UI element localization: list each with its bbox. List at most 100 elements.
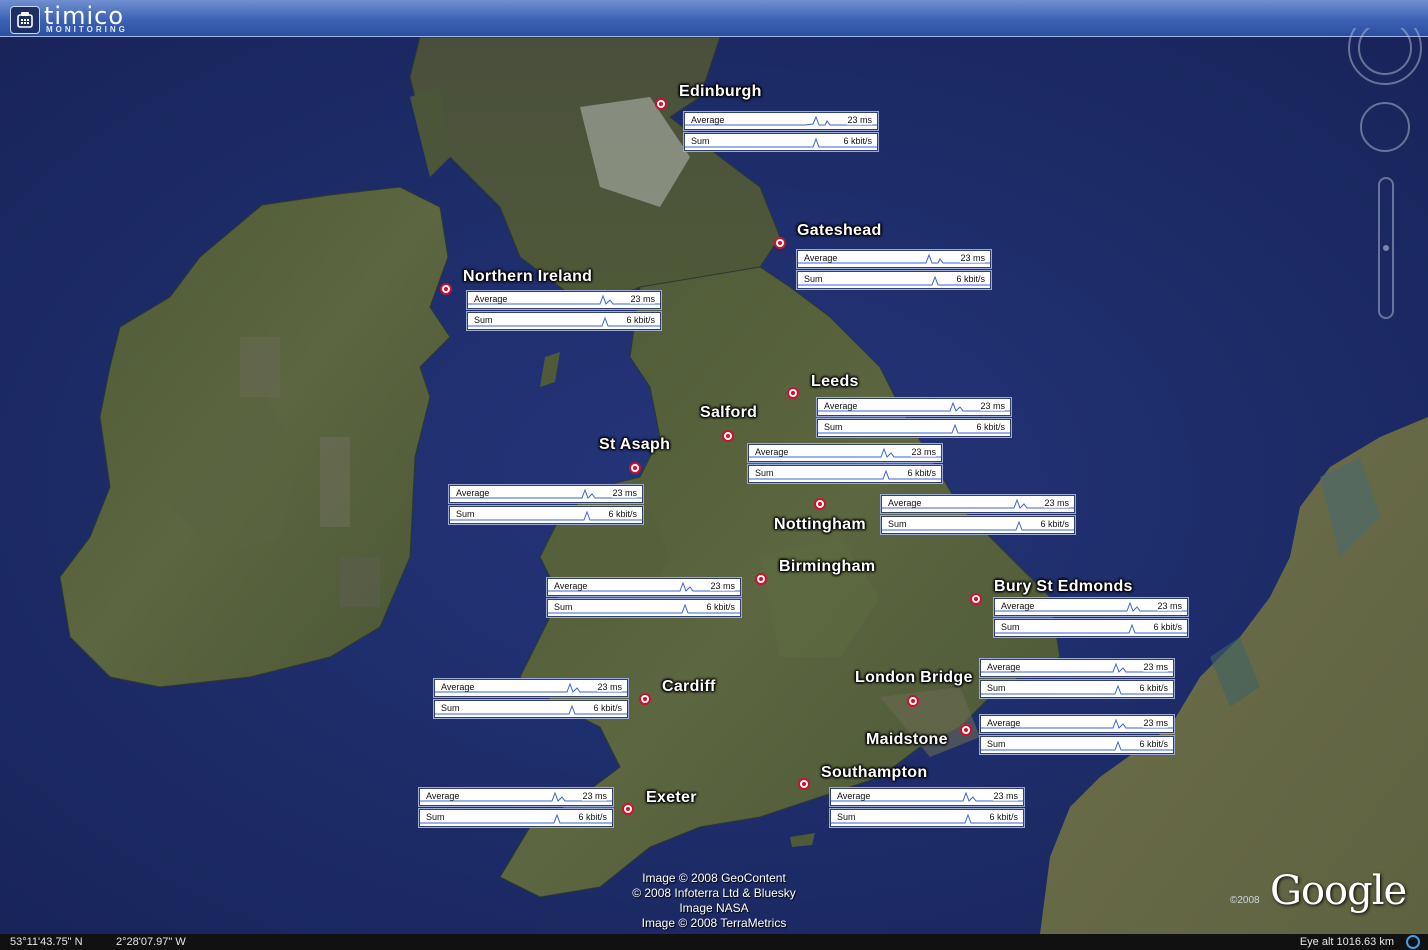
average-row[interactable]: Average 23 ms [797, 250, 991, 268]
phone-icon [10, 6, 40, 34]
place-label-bury-st-edmonds: Bury St Edmonds [994, 578, 1133, 595]
sum-label: Sum [426, 812, 445, 822]
average-label: Average [554, 581, 588, 591]
metric-widget-nottingham[interactable]: Average 23 ms Sum 6 kbit/s [881, 495, 1075, 537]
location-marker-edinburgh[interactable] [655, 98, 667, 110]
location-marker-cardiff[interactable] [639, 693, 651, 705]
sum-row[interactable]: Sum 6 kbit/s [830, 809, 1024, 827]
sum-label: Sum [1001, 622, 1020, 632]
location-marker-leeds[interactable] [787, 387, 799, 399]
sum-row[interactable]: Sum 6 kbit/s [797, 271, 991, 289]
place-label-northern-ireland: Northern Ireland [463, 268, 593, 285]
metric-widget-exeter[interactable]: Average 23 ms Sum 6 kbit/s [419, 788, 613, 830]
average-row[interactable]: Average 23 ms [449, 485, 643, 503]
average-row[interactable]: Average 23 ms [684, 112, 878, 130]
sum-row[interactable]: Sum 6 kbit/s [684, 133, 878, 151]
place-label-nottingham: Nottingham [774, 516, 866, 533]
sum-row[interactable]: Sum 6 kbit/s [881, 516, 1075, 534]
sum-value: 6 kbit/s [989, 812, 1018, 822]
average-label: Average [426, 791, 460, 801]
average-label: Average [987, 718, 1021, 728]
average-value: 23 ms [582, 791, 607, 801]
average-row[interactable]: Average 23 ms [434, 679, 628, 697]
average-label: Average [456, 488, 490, 498]
sum-label: Sum [456, 509, 475, 519]
average-row[interactable]: Average 23 ms [994, 598, 1188, 616]
average-label: Average [1001, 601, 1035, 611]
average-row[interactable]: Average 23 ms [980, 659, 1174, 677]
sum-row[interactable]: Sum 6 kbit/s [467, 312, 661, 330]
average-row[interactable]: Average 23 ms [817, 398, 1011, 416]
google-logo: Google [1270, 868, 1407, 914]
sum-value: 6 kbit/s [626, 315, 655, 325]
sum-label: Sum [474, 315, 493, 325]
metric-widget-bury-st-edmonds[interactable]: Average 23 ms Sum 6 kbit/s [994, 598, 1188, 640]
metric-widget-salford[interactable]: Average 23 ms Sum 6 kbit/s [748, 444, 942, 486]
metric-widget-london-bridge[interactable]: Average 23 ms Sum 6 kbit/s [980, 659, 1174, 701]
location-marker-gateshead[interactable] [774, 237, 786, 249]
place-label-birmingham: Birmingham [779, 558, 876, 575]
sum-row[interactable]: Sum 6 kbit/s [980, 736, 1174, 754]
sum-value: 6 kbit/s [907, 468, 936, 478]
move-joystick[interactable] [1360, 102, 1410, 152]
metric-widget-northern-ireland[interactable]: Average 23 ms Sum 6 kbit/s [467, 291, 661, 333]
sum-value: 6 kbit/s [578, 812, 607, 822]
average-row[interactable]: Average 23 ms [467, 291, 661, 309]
attribution-line: © 2008 Infoterra Ltd & Bluesky [632, 886, 796, 900]
metric-widget-southampton[interactable]: Average 23 ms Sum 6 kbit/s [830, 788, 1024, 830]
sum-row[interactable]: Sum 6 kbit/s [419, 809, 613, 827]
average-row[interactable]: Average 23 ms [980, 715, 1174, 733]
metric-widget-maidstone[interactable]: Average 23 ms Sum 6 kbit/s [980, 715, 1174, 757]
metric-widget-edinburgh[interactable]: Average 23 ms Sum 6 kbit/s [684, 112, 878, 154]
location-marker-bury-st-edmonds[interactable] [970, 593, 982, 605]
sum-row[interactable]: Sum 6 kbit/s [547, 599, 741, 617]
average-label: Average [441, 682, 475, 692]
zoom-slider-handle[interactable] [1383, 245, 1389, 251]
location-marker-st-asaph[interactable] [629, 462, 641, 474]
location-marker-maidstone[interactable] [960, 724, 972, 736]
metric-widget-st-asaph[interactable]: Average 23 ms Sum 6 kbit/s [449, 485, 643, 527]
sum-value: 6 kbit/s [843, 136, 872, 146]
sum-label: Sum [824, 422, 843, 432]
metric-widget-cardiff[interactable]: Average 23 ms Sum 6 kbit/s [434, 679, 628, 721]
place-label-st-asaph: St Asaph [599, 436, 671, 453]
sum-row[interactable]: Sum 6 kbit/s [449, 506, 643, 524]
location-marker-london-bridge[interactable] [907, 695, 919, 707]
satellite-map[interactable] [0, 37, 1428, 934]
sum-value: 6 kbit/s [608, 509, 637, 519]
average-value: 23 ms [597, 682, 622, 692]
sum-value: 6 kbit/s [706, 602, 735, 612]
sum-value: 6 kbit/s [956, 274, 985, 284]
sum-row[interactable]: Sum 6 kbit/s [980, 680, 1174, 698]
location-marker-exeter[interactable] [622, 803, 634, 815]
average-value: 23 ms [612, 488, 637, 498]
average-row[interactable]: Average 23 ms [881, 495, 1075, 513]
eye-altitude-readout: Eye alt 1016.63 km [1299, 936, 1394, 948]
average-label: Average [474, 294, 508, 304]
average-value: 23 ms [847, 115, 872, 125]
metric-widget-birmingham[interactable]: Average 23 ms Sum 6 kbit/s [547, 578, 741, 620]
average-row[interactable]: Average 23 ms [419, 788, 613, 806]
average-row[interactable]: Average 23 ms [748, 444, 942, 462]
location-marker-nottingham[interactable] [814, 498, 826, 510]
location-marker-salford[interactable] [722, 430, 734, 442]
sum-row[interactable]: Sum 6 kbit/s [994, 619, 1188, 637]
longitude-readout: 2°28'07.97" W [116, 936, 186, 948]
place-label-edinburgh: Edinburgh [679, 83, 762, 100]
metric-widget-leeds[interactable]: Average 23 ms Sum 6 kbit/s [817, 398, 1011, 440]
average-value: 23 ms [1143, 662, 1168, 672]
average-value: 23 ms [960, 253, 985, 263]
metric-widget-gateshead[interactable]: Average 23 ms Sum 6 kbit/s [797, 250, 991, 292]
sum-row[interactable]: Sum 6 kbit/s [748, 465, 942, 483]
sum-row[interactable]: Sum 6 kbit/s [817, 419, 1011, 437]
location-marker-northern-ireland[interactable] [440, 283, 452, 295]
average-row[interactable]: Average 23 ms [830, 788, 1024, 806]
location-marker-birmingham[interactable] [755, 573, 767, 585]
average-label: Average [755, 447, 789, 457]
location-marker-southampton[interactable] [798, 778, 810, 790]
sum-row[interactable]: Sum 6 kbit/s [434, 700, 628, 718]
sum-value: 6 kbit/s [1040, 519, 1069, 529]
average-row[interactable]: Average 23 ms [547, 578, 741, 596]
sum-label: Sum [987, 683, 1006, 693]
attribution-line: Image © 2008 GeoContent [642, 871, 786, 885]
